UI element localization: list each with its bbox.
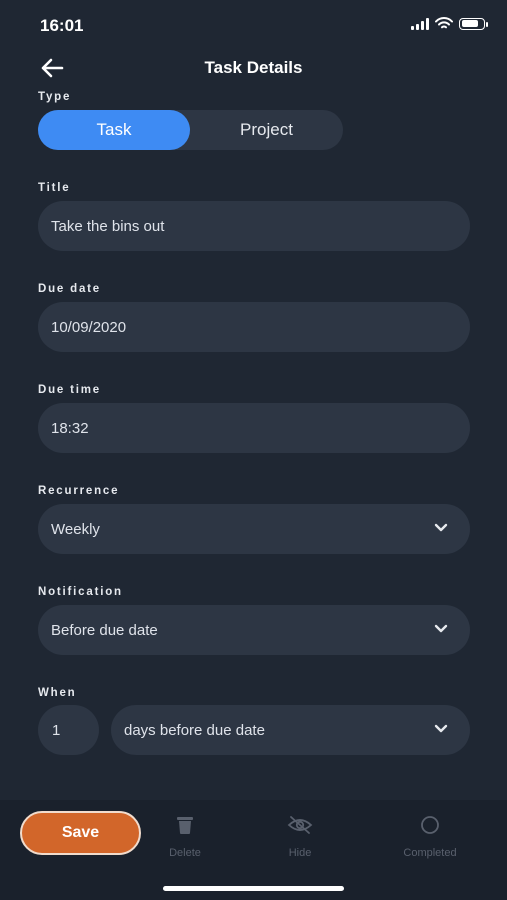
type-segmented-control: Task Project — [38, 110, 343, 150]
type-option-task[interactable]: Task — [38, 110, 190, 150]
due-time-value: 18:32 — [51, 419, 89, 437]
eye-slash-icon — [287, 816, 313, 834]
status-time: 16:01 — [40, 16, 84, 35]
delete-label: Delete — [169, 847, 201, 859]
when-amount-field[interactable]: 1 — [38, 705, 99, 755]
home-indicator — [163, 886, 344, 891]
notification-value: Before due date — [51, 621, 158, 639]
delete-button[interactable]: Delete — [140, 812, 230, 859]
save-button[interactable]: Save — [20, 811, 141, 855]
wifi-icon — [435, 17, 453, 29]
chevron-down-icon — [434, 724, 448, 733]
due-time-label: Due time — [38, 384, 101, 396]
when-amount-value: 1 — [52, 721, 61, 739]
cellular-signal-icon — [411, 17, 429, 30]
title-field[interactable]: Take the bins out — [38, 201, 470, 251]
recurrence-value: Weekly — [51, 520, 100, 538]
when-unit-value: days before due date — [124, 721, 265, 739]
header: Task Details — [0, 52, 507, 84]
hide-label: Hide — [288, 847, 312, 859]
when-label: When — [38, 687, 77, 699]
status-icons — [411, 17, 488, 30]
chevron-down-icon — [434, 523, 448, 532]
notification-label: Notification — [38, 586, 123, 598]
title-value: Take the bins out — [51, 217, 165, 235]
title-label: Title — [38, 182, 71, 194]
due-date-value: 10/09/2020 — [51, 318, 127, 336]
notification-select[interactable]: Before due date — [38, 605, 470, 655]
recurrence-select[interactable]: Weekly — [38, 504, 470, 554]
due-date-label: Due date — [38, 283, 101, 295]
battery-icon — [459, 17, 488, 30]
chevron-down-icon — [434, 624, 448, 633]
type-label: Type — [38, 91, 72, 103]
status-bar: 16:01 — [0, 0, 507, 50]
page-title: Task Details — [204, 58, 303, 77]
completed-button[interactable]: Completed — [385, 812, 475, 859]
due-date-field[interactable]: 10/09/2020 — [38, 302, 470, 352]
trash-icon — [177, 817, 193, 834]
completed-label: Completed — [403, 847, 457, 859]
circle-icon — [421, 816, 439, 834]
when-unit-select[interactable]: days before due date — [111, 705, 470, 755]
due-time-field[interactable]: 18:32 — [38, 403, 470, 453]
type-option-project[interactable]: Project — [190, 110, 343, 150]
hide-button[interactable]: Hide — [255, 812, 345, 859]
recurrence-label: Recurrence — [38, 485, 120, 497]
